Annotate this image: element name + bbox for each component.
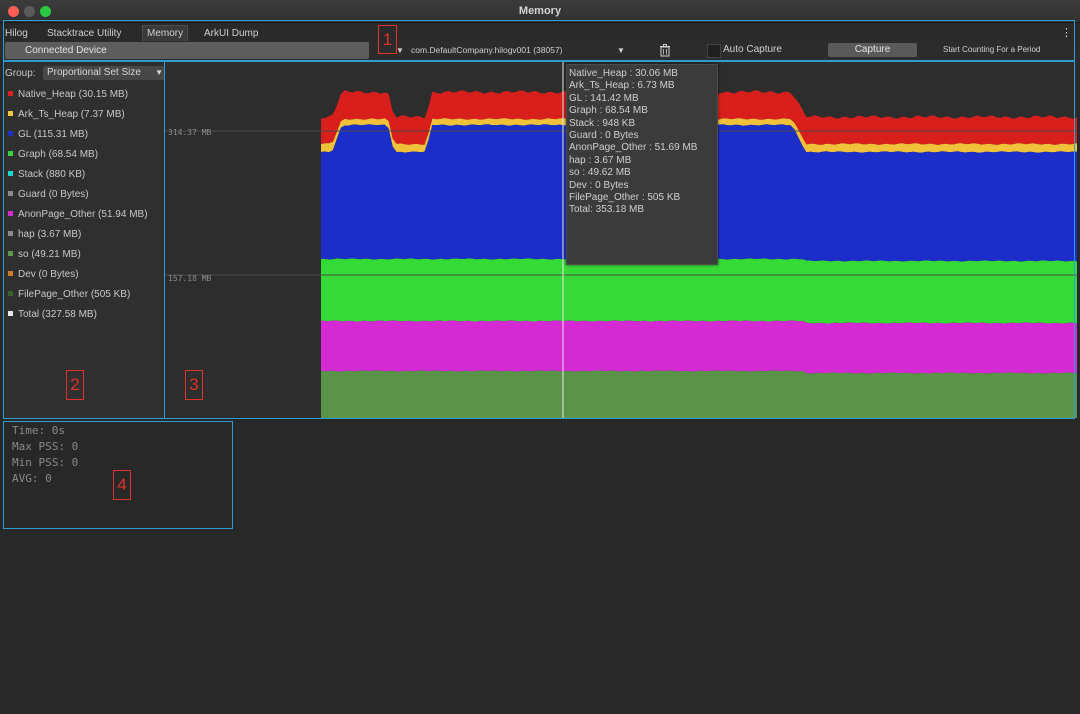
annotation-label-2: 2 [66,370,84,400]
annotation-box-2 [3,61,165,419]
annotation-label-3: 3 [185,370,203,400]
annotation-label-1: 1 [378,25,397,54]
annotation-box-3 [164,61,1075,419]
memory-window: Memory Hilog Stacktrace Utility Memory A… [0,0,1080,714]
annotation-box-1 [3,20,1075,61]
window-title: Memory [0,5,1080,17]
annotation-label-4: 4 [113,470,131,500]
